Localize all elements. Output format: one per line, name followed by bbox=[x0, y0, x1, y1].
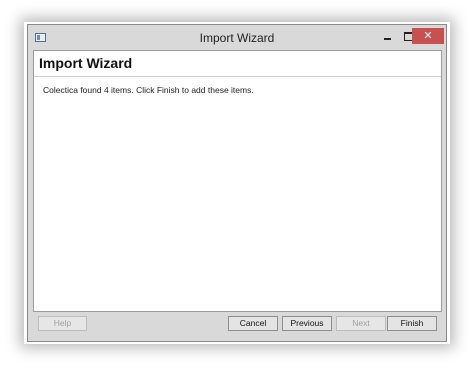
close-button[interactable]: ✕ bbox=[412, 28, 444, 44]
wizard-content: Import Wizard Colectica found 4 items. C… bbox=[33, 50, 442, 312]
next-button[interactable]: Next bbox=[336, 316, 386, 331]
title-bar[interactable]: Import Wizard ✕ bbox=[28, 25, 446, 51]
minimize-button[interactable] bbox=[378, 28, 398, 45]
cancel-button[interactable]: Cancel bbox=[228, 316, 278, 331]
status-message: Colectica found 4 items. Click Finish to… bbox=[43, 85, 254, 95]
finish-button[interactable]: Finish bbox=[387, 316, 437, 331]
import-wizard-window: Import Wizard ✕ Import Wizard Colectica … bbox=[27, 24, 447, 342]
help-button[interactable]: Help bbox=[38, 316, 87, 331]
close-icon: ✕ bbox=[423, 30, 433, 42]
page-title: Import Wizard bbox=[39, 55, 133, 71]
previous-button[interactable]: Previous bbox=[282, 316, 332, 331]
wizard-header: Import Wizard bbox=[34, 51, 441, 77]
